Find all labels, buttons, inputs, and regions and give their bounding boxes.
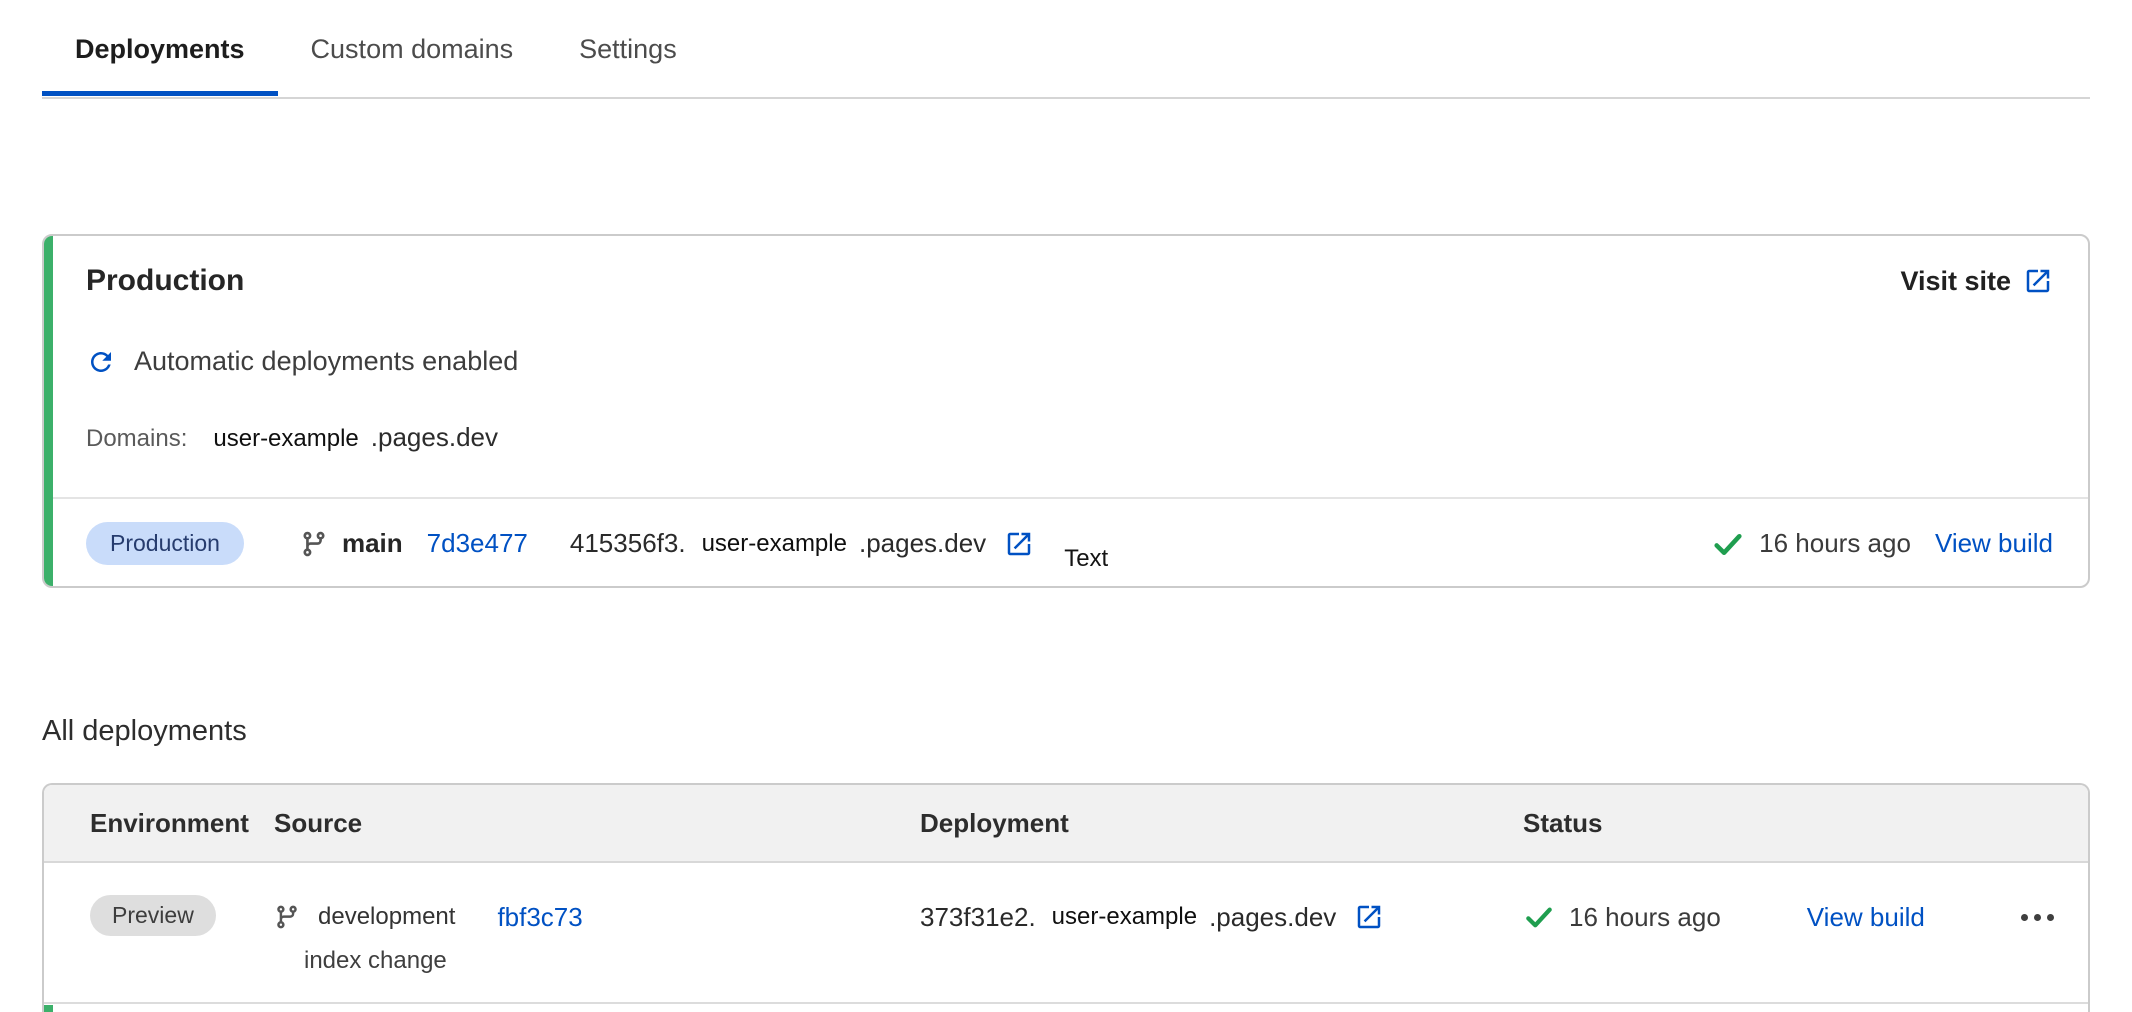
deployment-time: 16 hours ago bbox=[1759, 528, 1911, 559]
deployments-table: Environment Source Deployment Status Pre… bbox=[42, 783, 2090, 1012]
git-branch-icon bbox=[274, 904, 300, 930]
domains-row: Domains: user-example .pages.dev bbox=[86, 422, 498, 453]
branch-name: development bbox=[318, 903, 455, 931]
visit-site-label: Visit site bbox=[1900, 266, 2011, 297]
table-row: Preview development fbf3c73 index change… bbox=[44, 863, 2088, 975]
visit-site-link[interactable]: Visit site bbox=[1900, 266, 2053, 297]
deployment-domain: user-example bbox=[1052, 903, 1197, 931]
environment-cell: Preview bbox=[90, 895, 274, 936]
domains-label: Domains: bbox=[86, 425, 187, 453]
external-link-icon bbox=[2023, 266, 2053, 296]
row-divider bbox=[44, 1002, 2088, 1004]
deployment-suffix: .pages.dev bbox=[1209, 902, 1336, 933]
auto-deployments-status: Automatic deployments enabled bbox=[134, 346, 518, 377]
more-options-button[interactable] bbox=[2021, 914, 2054, 921]
deployment-id: 415356f3. bbox=[570, 528, 686, 559]
domain-name: user-example bbox=[213, 425, 358, 453]
tabs-baseline-divider bbox=[42, 97, 2090, 99]
annotation-label: Text bbox=[1064, 545, 1108, 573]
column-header-environment: Environment bbox=[90, 808, 274, 839]
status-cell: 16 hours ago View build bbox=[1523, 895, 2088, 939]
column-header-status: Status bbox=[1523, 808, 2088, 839]
production-card-title: Production bbox=[86, 264, 244, 298]
deployment-id: 373f31e2. bbox=[920, 902, 1036, 933]
column-header-deployment: Deployment bbox=[920, 808, 1523, 839]
deployment-cell: 373f31e2. user-example .pages.dev bbox=[920, 895, 1523, 939]
check-icon bbox=[1523, 901, 1555, 933]
source-cell: development fbf3c73 index change bbox=[274, 895, 920, 975]
refresh-icon bbox=[86, 347, 116, 377]
environment-badge-production: Production bbox=[86, 522, 244, 565]
external-link-icon[interactable] bbox=[1354, 902, 1384, 932]
external-link-icon[interactable] bbox=[1004, 529, 1034, 559]
production-deployment-row: Production main 7d3e477 415356f3. user-e… bbox=[86, 499, 2053, 588]
deployment-time: 16 hours ago bbox=[1569, 902, 1721, 933]
column-header-source: Source bbox=[274, 808, 920, 839]
deployment-suffix: .pages.dev bbox=[859, 528, 986, 559]
tab-bar: Deployments Custom domains Settings bbox=[42, 8, 710, 96]
branch-name: main bbox=[342, 528, 403, 559]
tab-settings[interactable]: Settings bbox=[546, 8, 710, 96]
all-deployments-heading: All deployments bbox=[42, 715, 247, 748]
environment-badge-preview: Preview bbox=[90, 895, 216, 936]
production-accent-bar bbox=[44, 236, 53, 586]
view-build-link[interactable]: View build bbox=[1807, 902, 1925, 933]
next-row-accent-bar bbox=[44, 1005, 53, 1012]
tab-deployments[interactable]: Deployments bbox=[42, 8, 278, 96]
commit-hash-link[interactable]: 7d3e477 bbox=[427, 528, 528, 559]
git-branch-icon bbox=[300, 530, 328, 558]
commit-message: index change bbox=[304, 947, 920, 975]
deployment-domain: user-example bbox=[702, 530, 847, 558]
tab-custom-domains[interactable]: Custom domains bbox=[278, 8, 547, 96]
check-icon bbox=[1711, 527, 1745, 561]
view-build-link[interactable]: View build bbox=[1935, 528, 2053, 559]
table-header-row: Environment Source Deployment Status bbox=[44, 785, 2088, 863]
production-card: Production Visit site Automatic deployme… bbox=[42, 234, 2090, 588]
domain-suffix: .pages.dev bbox=[371, 422, 498, 453]
commit-hash-link[interactable]: fbf3c73 bbox=[497, 902, 582, 933]
pages-project-screen: Deployments Custom domains Settings Prod… bbox=[0, 0, 2132, 1012]
